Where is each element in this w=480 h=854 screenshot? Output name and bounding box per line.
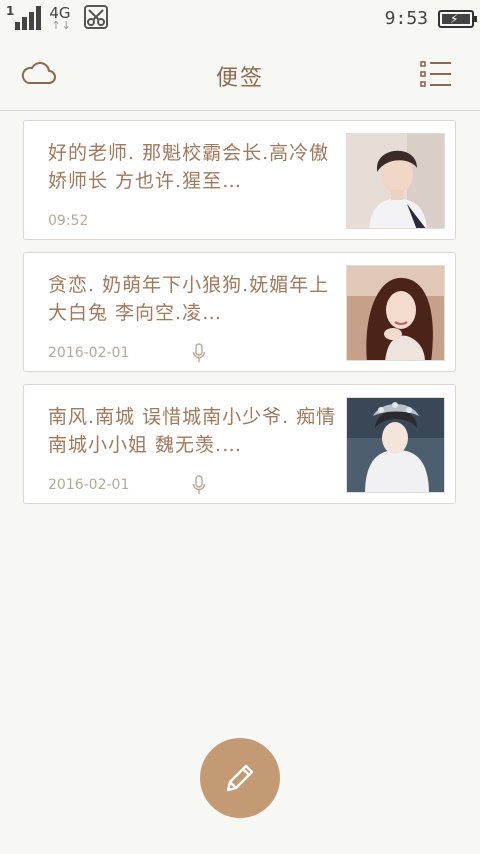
status-right: 9:53 ⚡ — [384, 8, 477, 29]
network-arrows: ↑↓ — [51, 19, 72, 32]
note-text: 南风.南城 误惜城南小少爷. 痴情南城小小姐 魏无羡.… — [48, 406, 337, 456]
photo-portrait-costume-icon — [346, 397, 445, 493]
note-date: 09:52 — [48, 213, 89, 229]
status-bar: 1 4G ↑↓ 9:53 ⚡ — [0, 0, 480, 36]
microphone-icon — [192, 475, 206, 494]
new-note-button[interactable] — [200, 738, 280, 818]
signal-level: 1 — [6, 4, 15, 18]
page-title: 便签 — [215, 66, 264, 91]
note-date: 2016-02-01 — [48, 345, 130, 361]
note-card[interactable]: 贪恋. 奶萌年下小狼狗.妩媚年上大白兔 李向空.凌… 2016-02-01 — [23, 252, 456, 372]
note-card[interactable]: 南风.南城 误惜城南小少爷. 痴情南城小小姐 魏无羡.… 2016-02-01 — [23, 384, 456, 504]
no-sim-icon — [84, 5, 109, 29]
app-bar: 便签 — [0, 38, 480, 111]
note-date: 2016-02-01 — [48, 477, 130, 493]
microphone-icon — [192, 343, 206, 362]
battery-charging-icon: ⚡ — [438, 9, 477, 28]
note-text: 贪恋. 奶萌年下小狼狗.妩媚年上大白兔 李向空.凌… — [48, 274, 330, 324]
photo-portrait-woman-icon — [346, 265, 445, 361]
network-4g-icon: 4G ↑↓ — [49, 4, 77, 34]
note-text: 好的老师. 那魁校霸会长.高冷傲娇师长 方也许.猩至… — [48, 142, 330, 192]
clock: 9:53 — [384, 8, 428, 29]
status-left: 1 4G ↑↓ — [6, 4, 109, 34]
signal-icon — [15, 4, 42, 30]
photo-portrait-man-icon — [346, 133, 445, 229]
note-card[interactable]: 好的老师. 那魁校霸会长.高冷傲娇师长 方也许.猩至… 09:52 — [23, 120, 456, 240]
list-view-icon[interactable] — [420, 60, 452, 88]
pencil-icon — [226, 764, 254, 792]
